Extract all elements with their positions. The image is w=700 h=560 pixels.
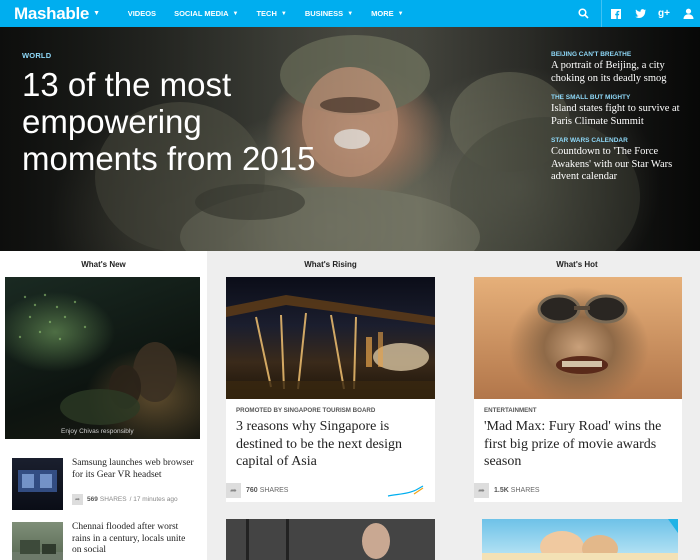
share-label: SHARES bbox=[99, 496, 127, 503]
mashable-logo[interactable]: Mashable ▼ bbox=[14, 4, 100, 24]
list-item[interactable]: Chennai flooded after worst rains in a c… bbox=[12, 522, 197, 560]
chevron-down-icon[interactable]: ▼ bbox=[233, 11, 239, 17]
column-header[interactable]: What's New bbox=[0, 260, 207, 269]
chevron-down-icon[interactable]: ▼ bbox=[398, 11, 404, 17]
hero-title[interactable]: 13 of the most empowering moments from 2… bbox=[22, 66, 322, 177]
mad-max-graphic bbox=[537, 294, 628, 374]
column-header[interactable]: What's Rising bbox=[207, 260, 454, 269]
share-count: 760 bbox=[246, 487, 258, 494]
share-count: 569 bbox=[87, 496, 98, 503]
hero-side-stories: BEIJING CAN'T BREATHE A portrait of Beij… bbox=[551, 51, 697, 193]
hero-banner[interactable]: WORLD 13 of the most empowering moments … bbox=[0, 27, 700, 251]
google-plus-icon[interactable]: g+ bbox=[652, 0, 676, 27]
hero-kicker[interactable]: WORLD bbox=[22, 51, 322, 60]
share-label: SHARES bbox=[510, 487, 540, 494]
article-image[interactable] bbox=[226, 277, 435, 399]
nav-item-business[interactable]: BUSINESS ▼ bbox=[305, 9, 353, 18]
top-nav-bar: Mashable ▼ VIDEOS SOCIAL MEDIA ▼ TECH ▼ BU… bbox=[0, 0, 700, 27]
whats-new-feature-image[interactable]: Enjoy Chivas responsibly bbox=[5, 277, 200, 439]
share-icon[interactable]: ➦ bbox=[474, 483, 489, 498]
feature-caption: Enjoy Chivas responsibly bbox=[61, 428, 134, 435]
nav-menu: VIDEOS SOCIAL MEDIA ▼ TECH ▼ BUSINESS ▼ MOR… bbox=[128, 9, 422, 18]
nav-icons: g+ bbox=[571, 0, 700, 27]
chevron-down-icon[interactable]: ▼ bbox=[347, 11, 353, 17]
whats-hot-column: What's Hot ENTERTAINMENT 'Mad Max: Fury … bbox=[454, 251, 700, 560]
article-image[interactable] bbox=[482, 519, 678, 560]
side-story-title[interactable]: A portrait of Beijing, a city choking on… bbox=[551, 60, 697, 85]
side-story[interactable]: THE SMALL BUT MIGHTY Island states fight… bbox=[551, 94, 697, 128]
timestamp: / 17 minutes ago bbox=[129, 496, 178, 503]
list-item[interactable]: Samsung launches web browser for its Gea… bbox=[12, 458, 197, 510]
article-image[interactable] bbox=[226, 519, 435, 560]
search-icon[interactable] bbox=[571, 0, 595, 27]
side-story-kicker[interactable]: BEIJING CAN'T BREATHE bbox=[551, 51, 697, 58]
chevron-down-icon[interactable]: ▼ bbox=[93, 10, 100, 17]
party-scene-graphic bbox=[18, 293, 177, 425]
category-label[interactable]: ENTERTAINMENT bbox=[484, 407, 536, 414]
nav-item-more[interactable]: MORE ▼ bbox=[371, 9, 403, 18]
article-card[interactable] bbox=[226, 519, 435, 560]
nav-divider bbox=[601, 0, 602, 27]
list-item-title[interactable]: Chennai flooded after worst rains in a c… bbox=[72, 522, 197, 557]
side-story-title[interactable]: Countdown to 'The Force Awakens' with ou… bbox=[551, 146, 697, 184]
list-item-thumbnail[interactable] bbox=[12, 458, 63, 510]
vr-thumbnail-graphic bbox=[18, 470, 57, 492]
share-icon[interactable]: ➦ bbox=[226, 483, 241, 498]
list-item-thumbnail[interactable] bbox=[12, 522, 63, 560]
facebook-icon[interactable] bbox=[604, 0, 628, 27]
side-story-kicker[interactable]: STAR WARS CALENDAR bbox=[551, 137, 697, 144]
user-icon[interactable] bbox=[676, 0, 700, 27]
share-count: 1.5K bbox=[494, 487, 509, 494]
logo-text[interactable]: Mashable bbox=[14, 4, 89, 24]
singapore-architecture-graphic bbox=[226, 295, 435, 399]
nav-item-social-media[interactable]: SOCIAL MEDIA ▼ bbox=[174, 9, 238, 18]
article-card[interactable]: ENTERTAINMENT 'Mad Max: Fury Road' wins … bbox=[474, 277, 682, 502]
nav-item-videos[interactable]: VIDEOS bbox=[128, 9, 156, 18]
hero-main-story[interactable]: WORLD 13 of the most empowering moments … bbox=[22, 51, 322, 177]
article-card[interactable] bbox=[482, 519, 678, 560]
share-label: SHARES bbox=[259, 487, 289, 494]
share-row: ➦ 1.5K SHARES bbox=[474, 483, 540, 498]
flood-thumbnail-graphic bbox=[12, 540, 63, 560]
column-header[interactable]: What's Hot bbox=[454, 260, 700, 269]
promo-label[interactable]: PROMOTED BY SINGAPORE TOURISM BOARD bbox=[236, 407, 375, 414]
article-title[interactable]: 3 reasons why Singapore is destined to b… bbox=[236, 418, 431, 471]
article-title[interactable]: 'Mad Max: Fury Road' wins the first big … bbox=[484, 418, 678, 471]
share-icon[interactable]: ➦ bbox=[72, 494, 83, 505]
side-story-title[interactable]: Island states fight to survive at Paris … bbox=[551, 103, 697, 128]
list-item-title[interactable]: Samsung launches web browser for its Gea… bbox=[72, 458, 197, 481]
chevron-down-icon[interactable]: ▼ bbox=[281, 11, 287, 17]
trend-sparkline-icon bbox=[387, 485, 424, 497]
article-image[interactable] bbox=[474, 277, 682, 399]
side-story[interactable]: STAR WARS CALENDAR Countdown to 'The For… bbox=[551, 137, 697, 184]
article-card[interactable]: PROMOTED BY SINGAPORE TOURISM BOARD 3 re… bbox=[226, 277, 435, 502]
whats-rising-column: What's Rising PROMOTED BY SINGAPORE TOUR… bbox=[207, 251, 454, 560]
twitter-icon[interactable] bbox=[628, 0, 652, 27]
nav-item-tech[interactable]: TECH ▼ bbox=[256, 9, 286, 18]
share-row: ➦ 760 SHARES bbox=[226, 483, 288, 498]
whats-new-column: What's New Enjoy Chivas responsibly Sams… bbox=[0, 251, 207, 560]
side-story-kicker[interactable]: THE SMALL BUT MIGHTY bbox=[551, 94, 697, 101]
side-story[interactable]: BEIJING CAN'T BREATHE A portrait of Beij… bbox=[551, 51, 697, 85]
list-item-meta: ➦ 569 SHARES / 17 minutes ago bbox=[72, 494, 178, 505]
